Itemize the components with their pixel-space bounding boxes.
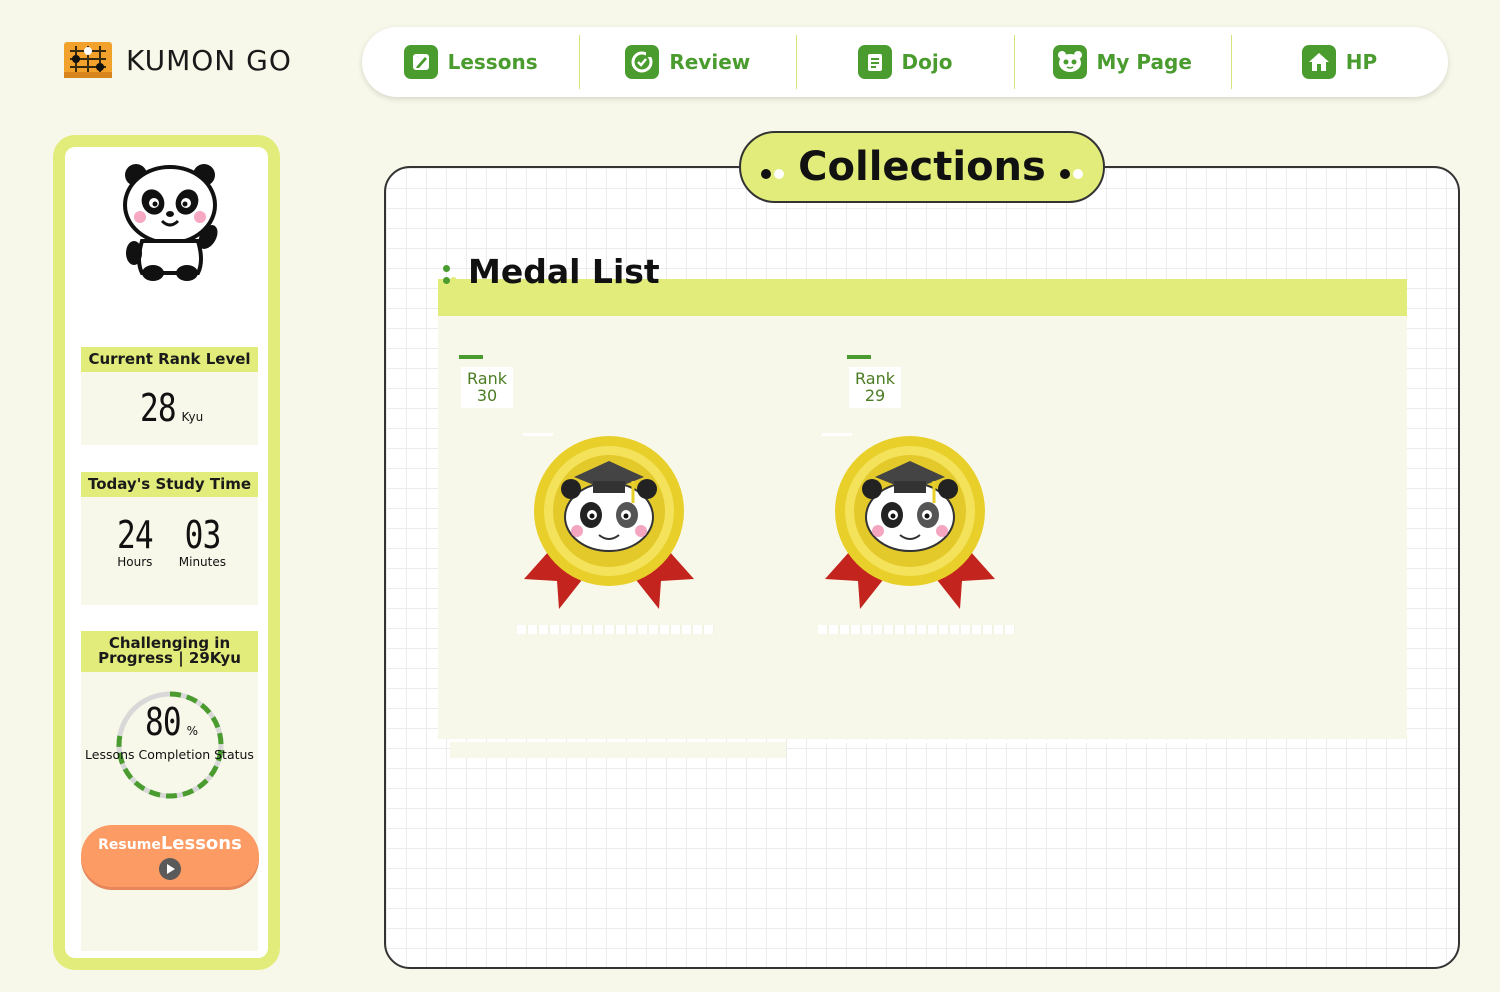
go-board-logo-icon [64,42,112,78]
nav-hp[interactable]: HP [1230,27,1448,97]
sidebar-card: Current Rank Level 28 Kyu Today's Study T… [65,147,268,958]
play-icon [159,858,181,880]
profile-sidebar: Current Rank Level 28 Kyu Today's Study T… [53,135,280,970]
panda-medal-icon [524,436,694,609]
minutes-label: Minutes [178,555,226,569]
rank-card: Current Rank Level 28 Kyu [81,347,258,445]
resume-label: Resume [98,837,161,853]
rank-number: 30 [476,386,498,405]
medal-card[interactable]: Rank 29 [818,355,1087,655]
divider [450,742,786,758]
study-time-card: Today's Study Time 24 Hours 03 Minutes [81,472,258,605]
rank-header: Current Rank Level [81,347,258,372]
nav-label: Review [669,50,751,74]
rank-marker [459,355,483,359]
medal-shelf [818,625,1015,634]
collections-title-pill: Collections [739,131,1105,203]
percent-unit: % [186,724,199,738]
challenge-card: Challenging in Progress | 29Kyu 80% Less… [81,631,258,951]
pencil-icon [403,45,438,79]
section-title: Medal List [468,252,660,291]
app-logo[interactable]: KUMON GO [64,42,292,78]
medal-card[interactable]: Rank 30 [459,355,714,655]
medal-shelf [517,625,714,634]
nav-dojo[interactable]: Dojo [796,27,1013,97]
panda-face-icon [1052,45,1087,79]
logo-text: KUMON GO [126,43,292,77]
top-nav: Lessons Review Dojo My Page HP [362,27,1448,97]
rank-tag: Rank 29 [849,367,901,408]
rank-unit: Kyu [181,410,204,424]
study-time-header: Today's Study Time [81,472,258,497]
rank-value: 28 [139,386,177,430]
page-title: Collections [798,144,1046,190]
nav-my-page[interactable]: My Page [1013,27,1231,97]
study-hours-value: 24 [116,513,154,557]
rank-label: Rank [855,369,895,388]
nav-label: My Page [1096,50,1192,74]
panda-avatar [123,164,218,281]
rank-label: Rank [467,369,507,388]
study-minutes-value: 03 [184,513,221,557]
completion-percent: 80 [144,700,182,744]
bullet-dots-icon [443,265,457,287]
rank-tag: Rank 30 [461,367,513,408]
nav-lessons[interactable]: Lessons [362,27,579,97]
challenge-header-line2: Progress | 29Kyu [98,649,241,667]
decor-dots [1059,155,1083,179]
nav-label: Dojo [901,50,953,74]
nav-review[interactable]: Review [579,27,796,97]
hours-label: Hours [117,555,153,569]
home-icon [1301,45,1336,79]
challenge-header: Challenging in Progress | 29Kyu [81,631,258,672]
book-icon [857,45,892,79]
rank-number: 29 [864,386,886,405]
rank-marker [847,355,871,359]
resume-lessons-button[interactable]: ResumeLessons [81,825,259,887]
completion-caption: Lessons Completion Status [85,747,254,762]
nav-label: Lessons [447,50,538,74]
lessons-label: Lessons [160,833,242,854]
divider [815,740,1210,743]
refresh-icon [625,45,660,79]
completion-progress: 80% Lessons Completion Status [81,672,258,802]
decor-dots [761,155,785,179]
panda-medal-icon [825,436,995,609]
nav-label: HP [1345,50,1378,74]
